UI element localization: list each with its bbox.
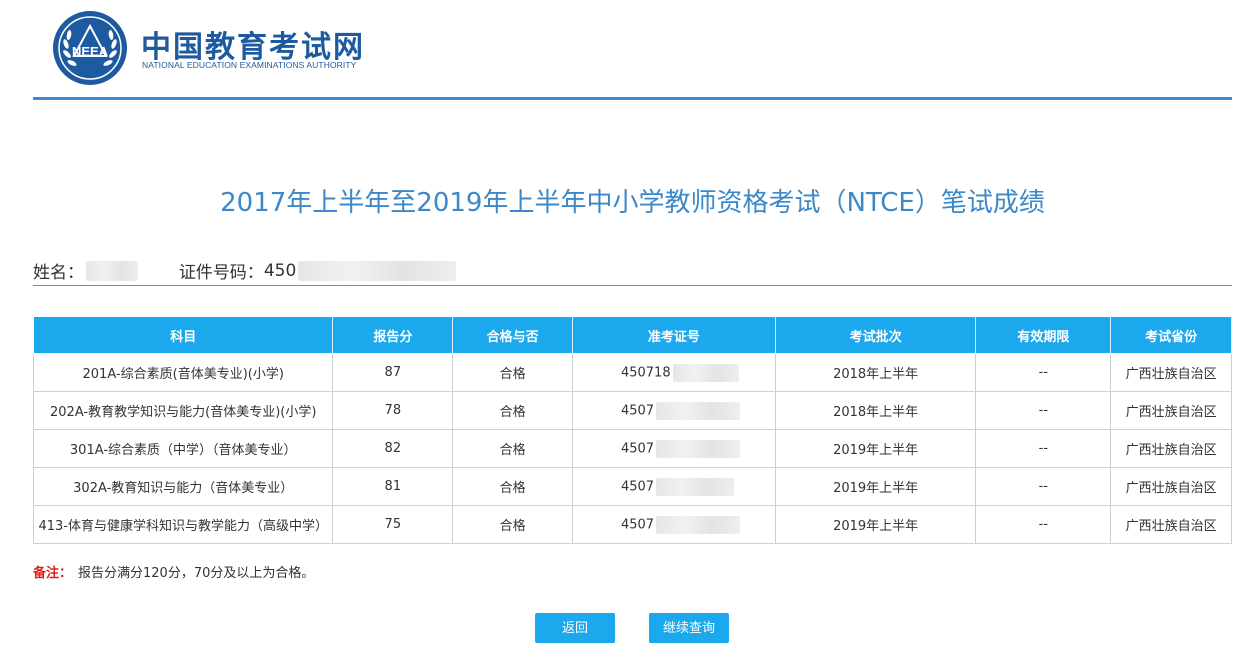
cell-batch: 2019年上半年 — [774, 429, 977, 468]
cell-province: 广西壮族自治区 — [1110, 391, 1232, 430]
name-label: 姓名： — [33, 263, 84, 283]
table-header-row: 科目 报告分 合格与否 准考证号 考试批次 有效期限 考试省份 — [32, 316, 1232, 354]
cell-score: 82 — [332, 429, 454, 468]
table-row: 413-体育与健康学科知识与教学能力（高级中学） 75 合格 4507 2019… — [32, 505, 1232, 544]
neea-logo-icon[interactable]: NEEA — [52, 10, 128, 86]
table-row: 301A-综合素质（中学）（音体美专业） 82 合格 4507 2019年上半年… — [32, 429, 1232, 468]
id-label: 证件号码： — [178, 263, 264, 283]
page-title: 2017年上半年至2019年上半年中小学教师资格考试（NTCE）笔试成绩 — [220, 188, 1045, 218]
cell-pass: 合格 — [452, 467, 573, 506]
cell-pass: 合格 — [452, 505, 573, 544]
cell-score: 75 — [332, 505, 454, 544]
header-province: 考试省份 — [1110, 316, 1232, 354]
ticket-prefix: 4507 — [620, 479, 655, 494]
cell-province: 广西壮族自治区 — [1110, 429, 1232, 468]
name-redacted — [86, 260, 138, 281]
back-button[interactable]: 返回 — [535, 613, 615, 643]
cell-subject: 202A-教育教学知识与能力(音体美专业)(小学) — [32, 391, 334, 430]
note-label: 备注： — [33, 566, 73, 581]
cell-subject: 201A-综合素质(音体美专业)(小学) — [32, 353, 334, 392]
ticket-prefix: 4507 — [620, 517, 655, 532]
header-ticket: 准考证号 — [571, 316, 776, 354]
cell-validity: -- — [975, 391, 1112, 430]
header-batch: 考试批次 — [774, 316, 977, 354]
cell-ticket: 4507 — [571, 391, 776, 430]
ticket-redacted — [672, 363, 739, 382]
cell-score: 78 — [332, 391, 454, 430]
cell-pass: 合格 — [452, 353, 573, 392]
ticket-prefix: 4507 — [620, 403, 655, 418]
ticket-redacted — [656, 439, 741, 458]
cell-ticket: 4507 — [571, 429, 776, 468]
id-redacted — [298, 260, 457, 281]
cell-subject: 302A-教育知识与能力（音体美专业） — [32, 467, 334, 506]
cell-province: 广西壮族自治区 — [1110, 353, 1232, 392]
cell-subject: 301A-综合素质（中学）（音体美专业） — [32, 429, 334, 468]
cell-ticket: 4507 — [571, 505, 776, 544]
cell-validity: -- — [975, 429, 1112, 468]
table-row: 302A-教育知识与能力（音体美专业） 81 合格 4507 2019年上半年 … — [32, 467, 1232, 506]
id-value: 450 — [263, 260, 297, 281]
svg-text:NEEA: NEEA — [72, 44, 109, 59]
cell-batch: 2019年上半年 — [774, 467, 977, 506]
header-divider — [33, 97, 1232, 100]
cell-validity: -- — [975, 353, 1112, 392]
ticket-redacted — [656, 515, 741, 534]
note-text: 报告分满分120分，70分及以上为合格。 — [78, 566, 315, 581]
site-header: NEEA 中国教育考试网 NATIONAL EDUCATION EXAMINAT… — [52, 10, 472, 90]
continue-query-button[interactable]: 继续查询 — [649, 613, 729, 643]
score-table: 科目 报告分 合格与否 准考证号 考试批次 有效期限 考试省份 201A-综合素… — [32, 316, 1232, 544]
table-row: 201A-综合素质(音体美专业)(小学) 87 合格 450718 2018年上… — [32, 353, 1232, 392]
cell-province: 广西壮族自治区 — [1110, 505, 1232, 544]
cell-ticket: 4507 — [571, 467, 776, 506]
info-divider — [33, 285, 1232, 286]
ticket-prefix: 450718 — [620, 365, 671, 380]
header-pass: 合格与否 — [452, 316, 573, 354]
cell-batch: 2019年上半年 — [774, 505, 977, 544]
table-row: 202A-教育教学知识与能力(音体美专业)(小学) 78 合格 4507 201… — [32, 391, 1232, 430]
score-note: 备注： 报告分满分120分，70分及以上为合格。 — [33, 562, 314, 581]
cell-batch: 2018年上半年 — [774, 391, 977, 430]
header-score: 报告分 — [332, 316, 454, 354]
header-validity: 有效期限 — [975, 316, 1112, 354]
ticket-redacted — [656, 477, 735, 496]
ticket-redacted — [656, 401, 741, 420]
cell-pass: 合格 — [452, 391, 573, 430]
ticket-prefix: 4507 — [620, 441, 655, 456]
cell-score: 81 — [332, 467, 454, 506]
cell-pass: 合格 — [452, 429, 573, 468]
cell-score: 87 — [332, 353, 454, 392]
brand-name-en: NATIONAL EDUCATION EXAMINATIONS AUTHORIT… — [142, 60, 357, 70]
cell-validity: -- — [975, 505, 1112, 544]
cell-validity: -- — [975, 467, 1112, 506]
cell-province: 广西壮族自治区 — [1110, 467, 1232, 506]
cell-ticket: 450718 — [571, 353, 776, 392]
cell-subject: 413-体育与健康学科知识与教学能力（高级中学） — [32, 505, 334, 544]
header-subject: 科目 — [32, 316, 334, 354]
cell-batch: 2018年上半年 — [774, 353, 977, 392]
candidate-info: 姓名： 证件号码：450 — [33, 258, 457, 283]
